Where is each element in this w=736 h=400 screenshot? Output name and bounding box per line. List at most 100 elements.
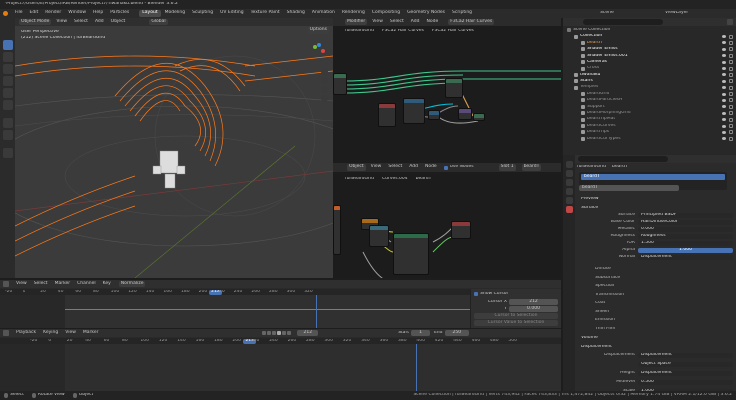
shader-node-colorramp[interactable]	[369, 225, 389, 247]
checkbox-icon[interactable]	[729, 111, 733, 116]
timeline[interactable]: Playback Keying View Marker 212 Start 1 End…	[0, 329, 561, 391]
checkbox-icon[interactable]	[729, 79, 733, 84]
checkbox-icon[interactable]	[729, 98, 733, 103]
geometry-node-editor[interactable]: Modifier View Select Add Node F3Ca2 Hair Cu…	[333, 18, 561, 160]
checkbox-icon[interactable]	[729, 92, 733, 97]
shader-node-material-output[interactable]	[451, 221, 471, 239]
visibility-eye-icon[interactable]	[722, 86, 726, 90]
gizmo-z-axis-icon[interactable]	[317, 43, 321, 47]
scale-tool-icon[interactable]	[2, 88, 13, 98]
section-coat[interactable]: Coat	[577, 299, 727, 308]
material-selector[interactable]: beardT	[521, 164, 542, 171]
perspective-toggle-icon[interactable]	[320, 95, 328, 102]
timeline-type-icon[interactable]	[3, 330, 9, 336]
play-reverse-icon[interactable]	[272, 331, 277, 335]
surface-panel-header[interactable]: Surface	[581, 206, 598, 211]
view-layer-selector[interactable]: ViewLayer	[665, 11, 688, 16]
volume-panel-header[interactable]: Volume	[581, 336, 598, 341]
checkbox-icon[interactable]	[729, 85, 733, 90]
outliner-item[interactable]: beardCurTypes	[563, 136, 736, 142]
property-value-field[interactable]: 1.000	[638, 248, 733, 253]
section-transmission[interactable]: Transmission	[577, 291, 727, 300]
mode-dropdown[interactable]: Object Mode	[19, 18, 52, 26]
menu-particles[interactable]: Particles	[107, 10, 132, 17]
material-properties-icon[interactable]	[565, 206, 573, 213]
rotate-tool-icon[interactable]	[2, 76, 13, 86]
visibility-eye-icon[interactable]	[722, 41, 726, 45]
slot-dropdown[interactable]: Slot 1	[498, 164, 516, 171]
gizmo-x-axis-icon[interactable]	[321, 49, 325, 53]
visibility-eye-icon[interactable]	[722, 137, 726, 141]
measure-tool-icon[interactable]	[2, 130, 13, 140]
current-frame-field[interactable]: 212	[297, 329, 319, 337]
cursor-x-field[interactable]: 212	[509, 298, 558, 306]
menu-window[interactable]: Window	[65, 10, 89, 17]
displacement-value-field[interactable]: 0.500	[638, 380, 733, 385]
viewport-menu-select[interactable]: Select	[71, 19, 91, 26]
timeline-menu-playback[interactable]: Playback	[13, 330, 39, 337]
render-properties-icon[interactable]	[565, 161, 573, 168]
node-output[interactable]	[473, 113, 485, 121]
cursor-value-to-selection-button[interactable]: Cursor Value to Selection	[474, 319, 558, 327]
visibility-eye-icon[interactable]	[722, 98, 726, 102]
section-specular[interactable]: Specular	[577, 282, 727, 291]
checkbox-icon[interactable]	[729, 53, 733, 58]
checkbox-icon[interactable]	[729, 104, 733, 109]
visibility-eye-icon[interactable]	[722, 73, 726, 77]
output-properties-icon[interactable]	[565, 170, 573, 177]
checkbox-icon[interactable]	[729, 60, 733, 65]
breadcrumb-item[interactable]: furBeardGrid	[577, 165, 606, 170]
shader-menu-node[interactable]: Node	[422, 164, 440, 171]
checkbox-icon[interactable]	[729, 47, 733, 52]
annotate-tool-icon[interactable]	[2, 118, 13, 128]
graph-editor-type-icon[interactable]	[3, 281, 9, 287]
jump-keyframe-back-icon[interactable]	[267, 331, 272, 335]
visibility-eye-icon[interactable]	[722, 47, 726, 51]
add-cube-tool-icon[interactable]	[2, 148, 13, 158]
tab-compositing[interactable]: Compositing	[369, 10, 403, 17]
tab-geometry-nodes[interactable]: Geometry Nodes	[404, 10, 448, 17]
material-slot-item[interactable]: beardT	[581, 174, 725, 180]
visibility-eye-icon[interactable]	[722, 35, 726, 39]
node-menu-node[interactable]: Node	[424, 19, 442, 26]
material-datablock-field[interactable]: beardT	[579, 185, 679, 191]
move-tool-icon[interactable]	[2, 64, 13, 74]
viewport-menu-view[interactable]: View	[53, 19, 70, 26]
tab-uv-editing[interactable]: UV Editing	[217, 10, 246, 17]
timeline-menu-marker[interactable]: Marker	[80, 330, 102, 337]
show-cursor-checkbox-icon[interactable]	[474, 292, 478, 296]
shader-menu-select[interactable]: Select	[385, 164, 405, 171]
checkbox-icon[interactable]	[729, 117, 733, 122]
end-frame-field[interactable]: 250	[444, 329, 470, 337]
transform-orientation-dropdown[interactable]: Global	[149, 18, 168, 26]
property-value-field[interactable]: 1.500	[638, 241, 733, 246]
use-nodes-checkbox-icon[interactable]	[443, 165, 448, 170]
checkbox-icon[interactable]	[729, 66, 733, 71]
node-group-output[interactable]	[445, 78, 463, 98]
tab-layout[interactable]: Layout	[139, 10, 161, 17]
checkbox-icon[interactable]	[729, 130, 733, 135]
navigation-gizmo[interactable]	[311, 43, 327, 59]
displacement-value-field[interactable]: Displacement	[638, 371, 733, 376]
visibility-eye-icon[interactable]	[722, 118, 726, 122]
editor-type-dropdown[interactable]: Modifier	[345, 18, 368, 26]
timeline-menu-keying[interactable]: Keying	[40, 330, 61, 337]
node-transform[interactable]	[403, 98, 425, 124]
pan-hand-icon[interactable]	[320, 77, 328, 84]
node-menu-select[interactable]: Select	[387, 19, 407, 26]
visibility-eye-icon[interactable]	[722, 105, 726, 109]
play-icon[interactable]	[277, 331, 282, 335]
outliner-filter-icon[interactable]	[727, 19, 733, 25]
shader-node-texture[interactable]	[333, 205, 341, 255]
property-value-field[interactable]: HairDiffuseColor	[638, 220, 733, 225]
graph-menu-key[interactable]: Key	[100, 281, 114, 288]
shader-node-principled-bsdf[interactable]	[393, 233, 429, 275]
section-thin-film[interactable]: Thin Film	[577, 325, 727, 334]
properties-search-input[interactable]	[578, 156, 668, 162]
breadcrumb-item[interactable]: beardT	[612, 165, 628, 170]
camera-view-icon[interactable]	[320, 86, 328, 93]
tab-shading[interactable]: Shading	[284, 10, 308, 17]
node-menu-add[interactable]: Add	[408, 19, 423, 26]
property-value-field[interactable]: Roughness	[638, 234, 733, 239]
node-group-input[interactable]	[333, 73, 347, 95]
